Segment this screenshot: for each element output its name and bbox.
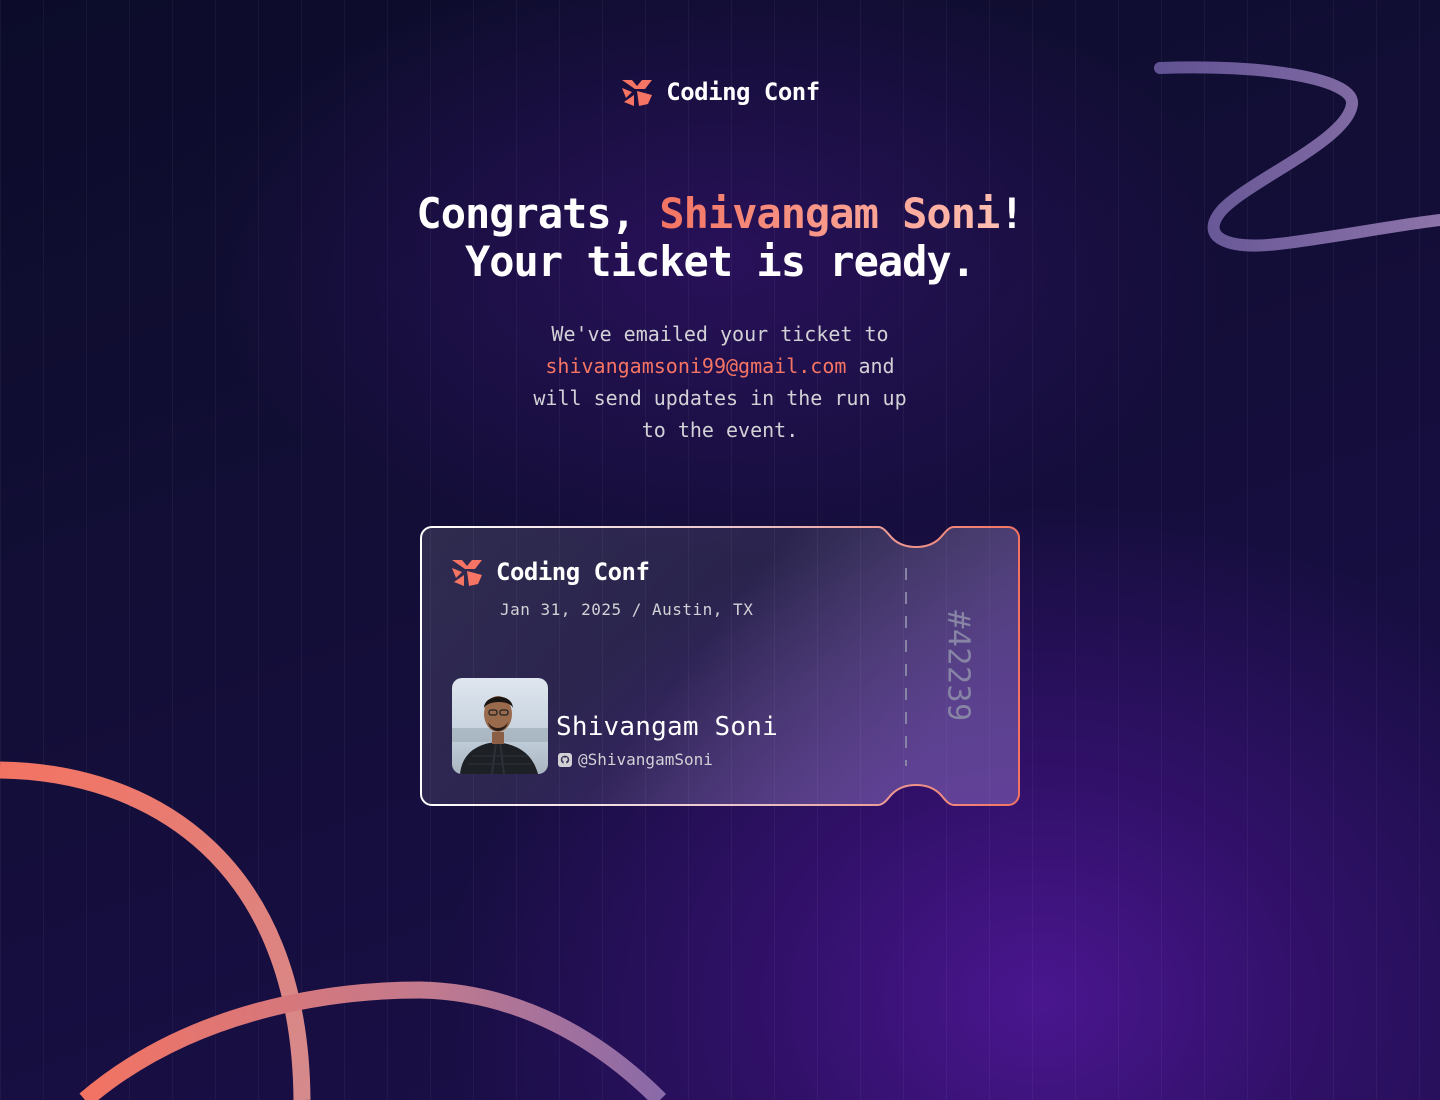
ticket-number: #42239 [940, 610, 976, 722]
message-part-1: We've emailed your ticket to [551, 322, 889, 346]
headline-attendee-name: Shivangam Soni [659, 189, 1000, 238]
conference-ticket: Coding Conf Jan 31, 2025 / Austin, TX Sh… [420, 526, 1020, 806]
header-logo: Coding Conf [0, 76, 1440, 108]
confirmation-message: We've emailed your ticket to shivangamso… [520, 318, 920, 446]
congrats-headline: Congrats, Shivangam Soni! Your ticket is… [0, 190, 1440, 286]
headline-prefix: Congrats, [416, 189, 660, 238]
avatar-photo [452, 678, 548, 774]
github-icon [558, 752, 572, 767]
github-handle: @ShivangamSoni [558, 750, 713, 769]
ticket-date-location: Jan 31, 2025 / Austin, TX [500, 600, 754, 619]
headline-suffix: ! [999, 189, 1024, 238]
header-brand-name: Coding Conf [666, 78, 820, 106]
ticket-brand-name: Coding Conf [496, 558, 650, 586]
confirmation-email: shivangamsoni99@gmail.com [545, 354, 847, 378]
attendee-name: Shivangam Soni [556, 712, 778, 742]
headline-ticket-ready: Your ticket is ready. [464, 237, 976, 286]
ticket-logo-icon [452, 560, 482, 586]
ticket-brand: Coding Conf [450, 556, 650, 588]
attendee-avatar [452, 678, 548, 774]
github-username: @ShivangamSoni [578, 750, 713, 769]
coding-conf-logo-icon [622, 80, 653, 106]
